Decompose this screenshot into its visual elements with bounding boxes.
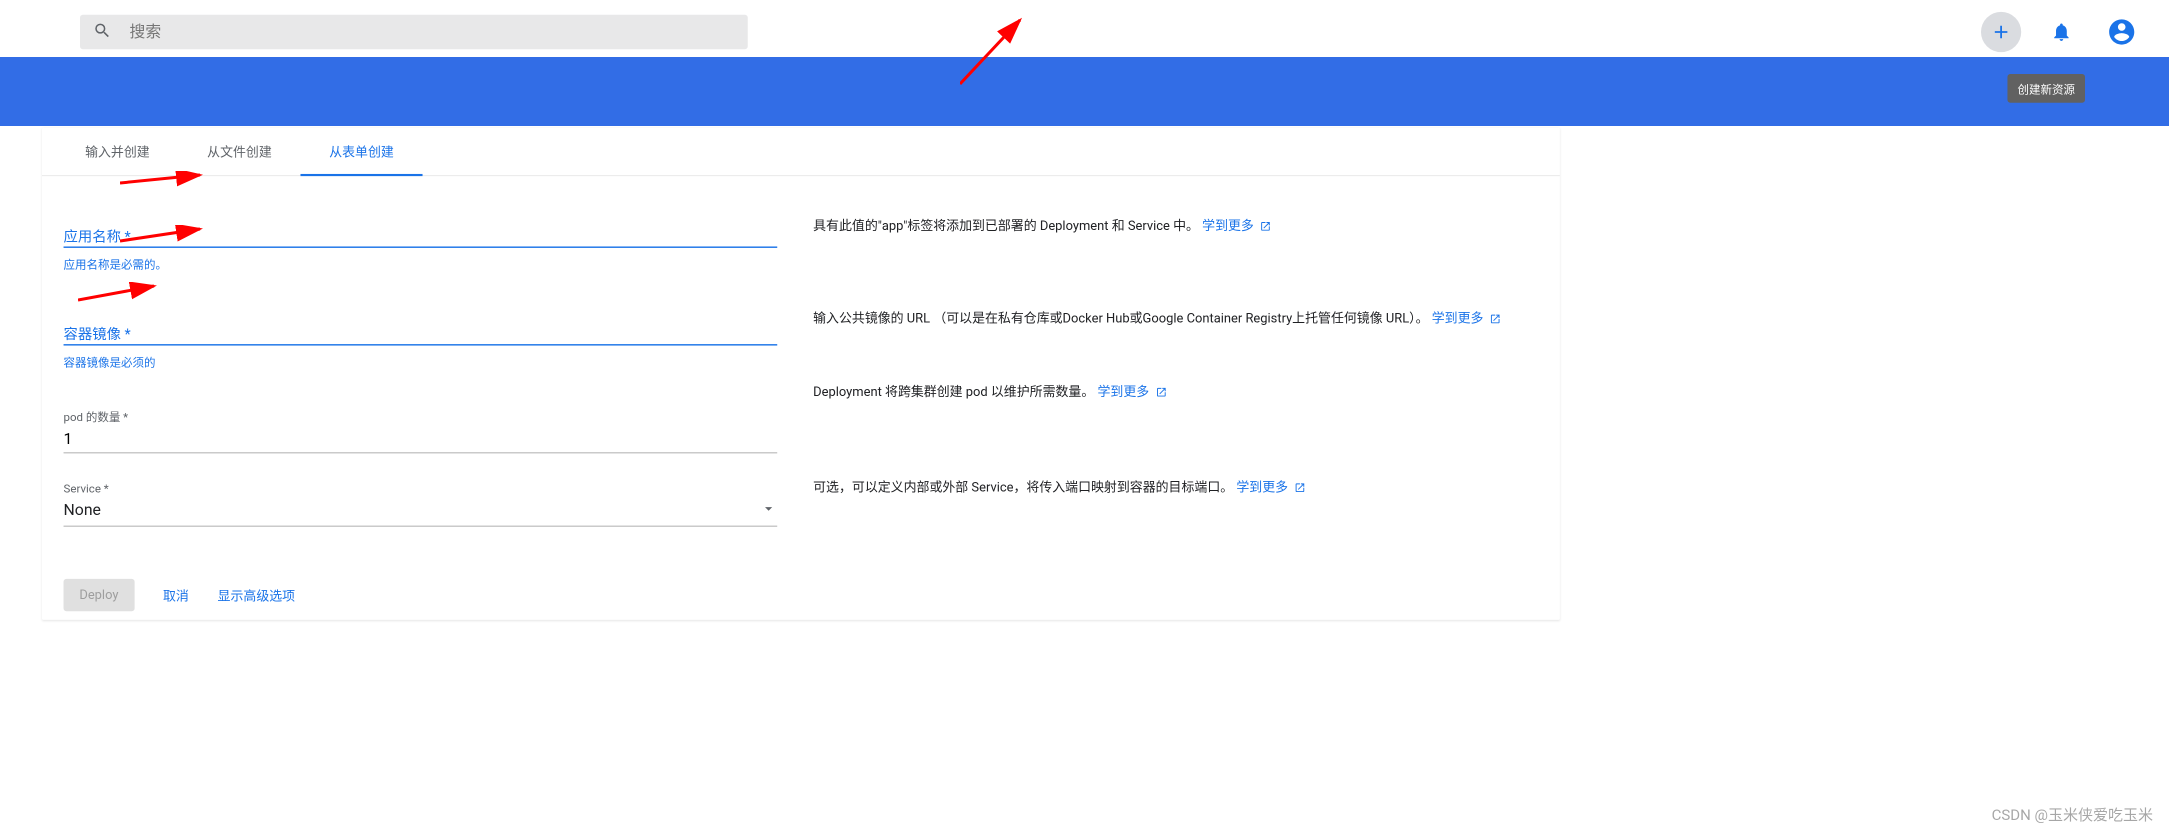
tab-file-create[interactable]: 从文件创建 — [178, 128, 300, 175]
help-container-image: 输入公共镜像的 URL （可以是在私有仓库或Docker Hub或Google … — [813, 309, 1538, 329]
learn-more-app-name[interactable]: 学到更多 — [1202, 218, 1254, 233]
advanced-options-button[interactable]: 显示高级选项 — [218, 586, 296, 605]
service-label: Service * — [64, 482, 778, 496]
field-service: Service * None — [64, 482, 778, 527]
help-pod-count-text: Deployment 将跨集群创建 pod 以维护所需数量。 — [813, 384, 1097, 399]
learn-more-pod-count[interactable]: 学到更多 — [1097, 384, 1149, 399]
help-container-image-text: 输入公共镜像的 URL （可以是在私有仓库或Docker Hub或Google … — [813, 311, 1432, 326]
search-box[interactable] — [80, 15, 748, 49]
app-name-input[interactable] — [64, 212, 778, 248]
main-card: 输入并创建 从文件创建 从表单创建 应用名称 * 应用名称是必需的。 容器镜像 … — [42, 128, 1560, 620]
help-pod-count: Deployment 将跨集群创建 pod 以维护所需数量。 学到更多 — [813, 382, 1538, 402]
create-tooltip: 创建新资源 — [2007, 74, 2085, 103]
app-name-error: 应用名称是必需的。 — [64, 255, 778, 272]
create-button[interactable] — [1981, 12, 2021, 52]
blue-band — [0, 57, 2169, 126]
search-icon — [93, 21, 112, 43]
actions-row: Deploy 取消 显示高级选项 — [42, 579, 295, 611]
deploy-button[interactable]: Deploy — [64, 579, 135, 611]
chevron-down-icon — [760, 500, 777, 520]
account-button[interactable] — [2102, 12, 2142, 52]
form-right-column: 具有此值的"app"标签将添加到已部署的 Deployment 和 Servic… — [813, 212, 1538, 564]
external-link-icon — [1490, 313, 1501, 324]
field-app-name: 应用名称 * 应用名称是必需的。 — [64, 212, 778, 272]
cancel-button[interactable]: 取消 — [163, 586, 189, 605]
help-service: 可选，可以定义内部或外部 Service，将传入端口映射到容器的目标端口。 学到… — [813, 477, 1538, 497]
tab-input-create[interactable]: 输入并创建 — [56, 128, 178, 175]
search-input[interactable] — [130, 23, 735, 41]
help-app-name-text: 具有此值的"app"标签将添加到已部署的 Deployment 和 Servic… — [813, 218, 1202, 233]
help-service-text: 可选，可以定义内部或外部 Service，将传入端口映射到容器的目标端口。 — [813, 480, 1236, 495]
form-left-column: 应用名称 * 应用名称是必需的。 容器镜像 * 容器镜像是必须的 pod 的数量… — [64, 212, 778, 564]
container-image-input[interactable] — [64, 310, 778, 346]
pod-count-label: pod 的数量 * — [64, 407, 778, 424]
watermark: CSDN @玉米侠爱吃玉米 — [1992, 804, 2153, 825]
learn-more-container-image[interactable]: 学到更多 — [1432, 311, 1484, 326]
service-select[interactable]: None — [64, 497, 778, 526]
tabs: 输入并创建 从文件创建 从表单创建 — [42, 128, 1560, 176]
topbar — [0, 0, 2169, 64]
topbar-actions — [1981, 12, 2149, 52]
external-link-icon — [1155, 387, 1166, 398]
external-link-icon — [1294, 482, 1305, 493]
notifications-button[interactable] — [2041, 12, 2081, 52]
tab-form-create[interactable]: 从表单创建 — [300, 128, 422, 175]
external-link-icon — [1260, 221, 1271, 232]
pod-count-input[interactable] — [64, 426, 778, 453]
field-container-image: 容器镜像 * 容器镜像是必须的 — [64, 310, 778, 370]
field-pod-count: pod 的数量 * — [64, 407, 778, 453]
help-app-name: 具有此值的"app"标签将添加到已部署的 Deployment 和 Servic… — [813, 216, 1538, 236]
service-value: None — [64, 501, 760, 519]
learn-more-service[interactable]: 学到更多 — [1236, 480, 1288, 495]
container-image-error: 容器镜像是必须的 — [64, 353, 778, 370]
